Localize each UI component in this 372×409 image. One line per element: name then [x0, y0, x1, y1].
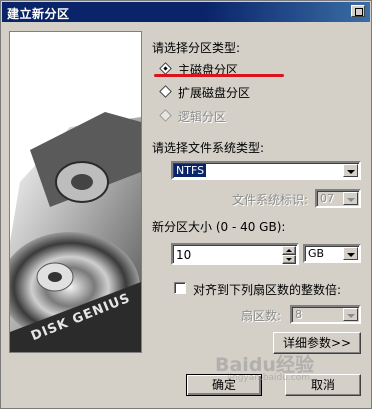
- size-unit-value: GB: [308, 247, 325, 260]
- details-button-label: 详细参数>>: [282, 336, 352, 350]
- size-unit-select[interactable]: GB: [303, 244, 361, 263]
- title-bar: 建立新分区: [2, 2, 370, 22]
- chevron-down-icon: [343, 308, 358, 321]
- hard-disk-illustration: DISK GENIUS: [9, 31, 142, 353]
- partition-type-heading: 请选择分区类型:: [152, 41, 241, 55]
- filesystem-id-label: 文件系统标识:: [232, 193, 309, 207]
- sectors-value: 8: [295, 308, 302, 321]
- sectors-select: 8: [290, 305, 361, 324]
- cancel-button-label: 取消: [310, 378, 335, 392]
- spin-down-button[interactable]: [282, 255, 296, 264]
- filesystem-id-select: 07: [315, 189, 361, 208]
- size-label: 新分区大小 (0 - 40 GB):: [152, 220, 286, 234]
- chevron-down-icon: [343, 192, 358, 205]
- spin-up-button[interactable]: [282, 246, 296, 255]
- chevron-down-icon[interactable]: [343, 247, 358, 260]
- red-underline-annotation: [154, 74, 284, 77]
- align-label: 对齐到下列扇区数的整数倍:: [193, 283, 342, 297]
- filesystem-id-value: 07: [320, 192, 334, 205]
- size-stepper[interactable]: [282, 246, 296, 264]
- dialog-title: 建立新分区: [7, 7, 70, 21]
- size-input[interactable]: 10: [171, 243, 299, 265]
- watermark-url: jingyan.baidu.com: [227, 373, 311, 383]
- close-button[interactable]: [351, 5, 365, 17]
- radio-disabled-icon: [159, 109, 172, 122]
- filesystem-select[interactable]: NTFS: [171, 161, 361, 180]
- arrow-up-icon: [286, 249, 292, 252]
- filesystem-selected-value: NTFS: [174, 164, 207, 177]
- size-value: 10: [176, 248, 192, 262]
- close-icon: [355, 8, 363, 16]
- radio-label: 逻辑分区: [178, 110, 227, 124]
- filesystem-heading: 请选择文件系统类型:: [152, 141, 265, 155]
- radio-checked-icon: [159, 62, 172, 75]
- chevron-down-icon[interactable]: [343, 164, 358, 177]
- align-checkbox[interactable]: [174, 282, 186, 294]
- radio-unchecked-icon: [159, 85, 172, 98]
- arrow-down-icon: [286, 258, 292, 261]
- sectors-label: 扇区数:: [241, 309, 282, 323]
- new-partition-dialog: 建立新分区 DISK GENIUS 请选择分区类型: 主磁盘分区 扩展磁盘分区 …: [0, 0, 372, 409]
- radio-label: 扩展磁盘分区: [178, 86, 251, 100]
